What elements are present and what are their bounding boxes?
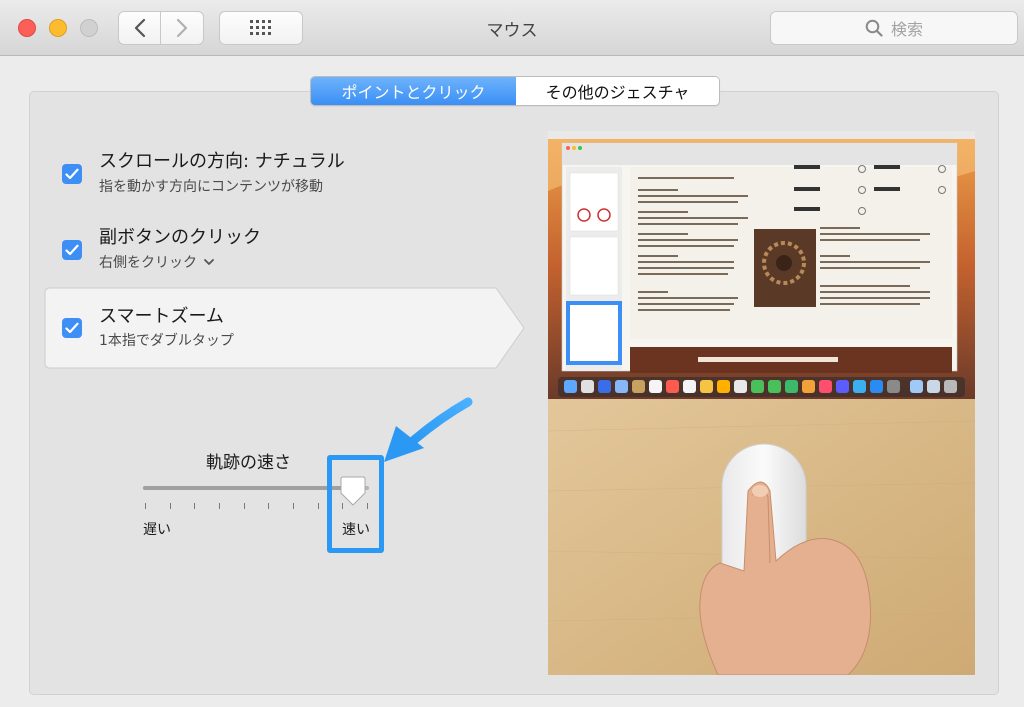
option-title: スクロールの方向: ナチュラル: [99, 151, 345, 172]
checkmark-icon: [65, 244, 79, 256]
annotation-arrow-icon: [384, 397, 473, 462]
secondary-click-dropdown[interactable]: 右側をクリック: [99, 252, 215, 272]
slider-tick: [268, 503, 270, 509]
option-subtitle: 指を動かす方向にコンテンツが移動: [99, 176, 323, 196]
option-subtitle-text: 右側をクリック: [99, 255, 197, 271]
checkmark-icon: [65, 168, 79, 180]
option-scroll-direction[interactable]: スクロールの方向: ナチュラル 指を動かす方向にコンテンツが移動: [44, 138, 464, 218]
slider-tick: [219, 503, 220, 509]
search-icon: [865, 19, 883, 37]
option-title: スマートズーム: [99, 306, 224, 327]
slider-min-label: 遅い: [143, 522, 171, 538]
search-field[interactable]: 検索: [770, 11, 1018, 45]
show-all-button[interactable]: [219, 11, 303, 45]
option-subtitle-text: 1本指でダブルタップ: [99, 333, 234, 349]
tab-point-and-click[interactable]: ポイントとクリック: [311, 77, 516, 105]
slider-tick: [317, 503, 319, 509]
annotation-highlight-box: [327, 455, 384, 553]
minimize-window-button[interactable]: [49, 19, 67, 37]
slider-tick: [243, 503, 245, 509]
slider-tick: [194, 503, 196, 509]
slider-fill: [143, 486, 354, 490]
option-subtitle-text: 指を動かす方向にコンテンツが移動: [99, 179, 323, 195]
tracking-speed-label: 軌跡の速さ: [206, 453, 291, 473]
slider-tick: [169, 503, 171, 509]
search-placeholder: 検索: [890, 20, 923, 39]
gesture-preview: [548, 131, 975, 675]
tab-bar: ポイントとクリック その他のジェスチャ: [310, 76, 720, 106]
tab-more-gestures[interactable]: その他のジェスチャ: [516, 77, 719, 105]
chevron-right-icon: [176, 18, 188, 38]
back-button[interactable]: [118, 11, 161, 45]
zoom-window-button[interactable]: [80, 19, 98, 37]
option-secondary-click[interactable]: 副ボタンのクリック 右側をクリック: [44, 214, 464, 294]
scroll-direction-checkbox[interactable]: [62, 164, 82, 184]
checkmark-icon: [65, 322, 79, 334]
slider-tick: [293, 503, 294, 509]
close-window-button[interactable]: [18, 19, 36, 37]
secondary-click-checkbox[interactable]: [62, 240, 82, 260]
option-smart-zoom[interactable]: スマートズーム 1本指でダブルタップ: [44, 290, 464, 370]
slider-tick: [145, 503, 146, 509]
grid-icon: [250, 20, 271, 35]
preview-illustration: [548, 131, 975, 675]
window-toolbar: マウス 検索: [0, 0, 1024, 56]
forward-button[interactable]: [161, 11, 204, 45]
chevron-down-icon: [204, 259, 214, 265]
option-title: 副ボタンのクリック: [99, 227, 261, 248]
option-subtitle: 1本指でダブルタップ: [99, 330, 234, 350]
smart-zoom-checkbox[interactable]: [62, 318, 82, 338]
chevron-left-icon: [134, 18, 145, 38]
